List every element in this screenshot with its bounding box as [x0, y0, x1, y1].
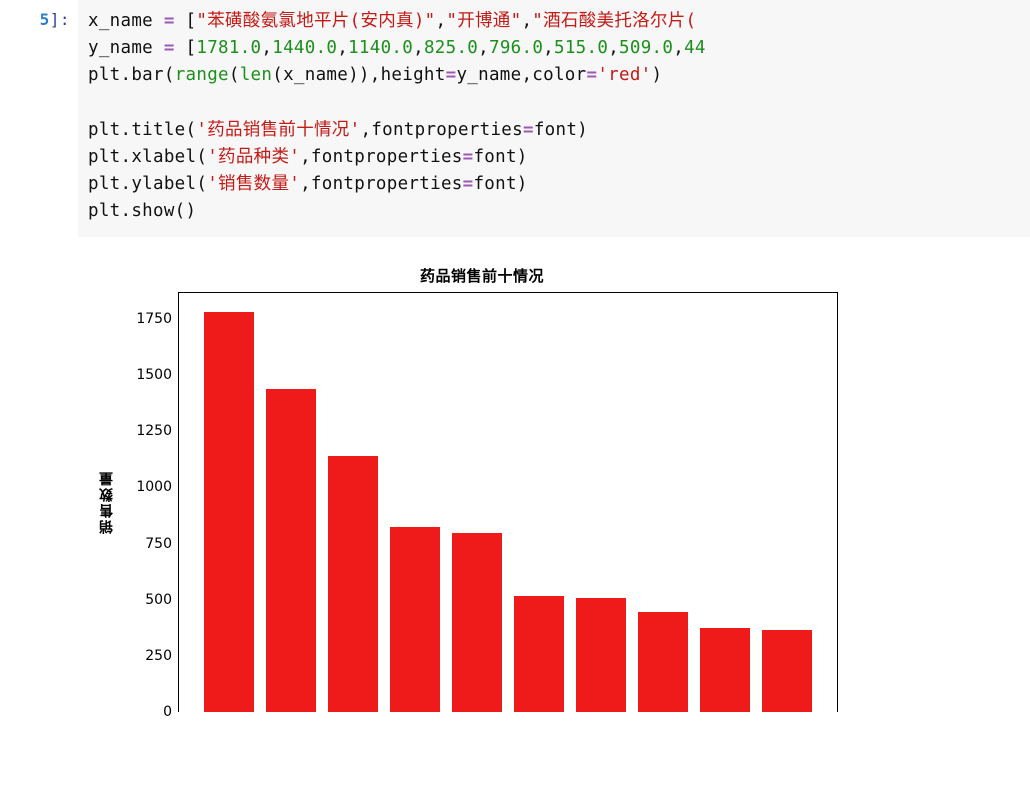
y-tick-label: 500 [145, 592, 172, 608]
bar [266, 389, 316, 712]
cell-output: 药品销售前十情况 销售数量 02505007501000125015001750 [78, 237, 1030, 712]
y-axis-label: 销售数量 [97, 470, 117, 534]
bars-container [179, 293, 837, 712]
bar [328, 456, 378, 712]
y-tick-mark [178, 656, 179, 658]
code-cell: 5]: x_name = ["苯磺酸氨氯地平片(安内真)","开博通","酒石酸… [0, 0, 1030, 237]
bar [762, 630, 812, 712]
y-tick-label: 1750 [136, 311, 172, 327]
y-tick-label: 250 [145, 648, 172, 664]
y-axis-label-slot: 销售数量 [92, 292, 122, 712]
y-tick-label: 0 [163, 704, 172, 720]
bar-slot [694, 293, 756, 712]
bar-slot [322, 293, 384, 712]
bar-chart: 药品销售前十情况 销售数量 02505007501000125015001750 [92, 265, 872, 712]
bar-slot [508, 293, 570, 712]
bar-slot [756, 293, 818, 712]
chart-title: 药品销售前十情况 [92, 265, 872, 286]
y-tick-label: 1250 [136, 423, 172, 439]
y-tick-mark [178, 375, 179, 377]
prompt-suffix: ]: [50, 10, 70, 29]
bar-slot [446, 293, 508, 712]
bar-slot [260, 293, 322, 712]
y-tick-label: 1500 [136, 367, 172, 383]
y-tick-mark [178, 544, 179, 546]
y-tick-label: 750 [145, 536, 172, 552]
bar [576, 598, 626, 712]
y-tick-mark [178, 319, 179, 321]
bar [514, 596, 564, 712]
bar [452, 533, 502, 712]
code-editor[interactable]: x_name = ["苯磺酸氨氯地平片(安内真)","开博通","酒石酸美托洛尔… [78, 0, 1030, 237]
y-tick-mark [178, 488, 179, 490]
bar-slot [198, 293, 260, 712]
y-tick-mark [178, 432, 179, 434]
y-tick-label: 1000 [136, 479, 172, 495]
bar-slot [384, 293, 446, 712]
bar-slot [570, 293, 632, 712]
bar [638, 612, 688, 712]
bar-slot [632, 293, 694, 712]
plot-area [178, 292, 838, 712]
y-tick-mark [178, 600, 179, 602]
input-prompt: 5]: [0, 0, 78, 29]
prompt-number: 5 [40, 10, 50, 29]
y-axis-ticks: 02505007501000125015001750 [122, 292, 178, 712]
bar [204, 312, 254, 712]
bar [700, 628, 750, 712]
bar [390, 527, 440, 712]
